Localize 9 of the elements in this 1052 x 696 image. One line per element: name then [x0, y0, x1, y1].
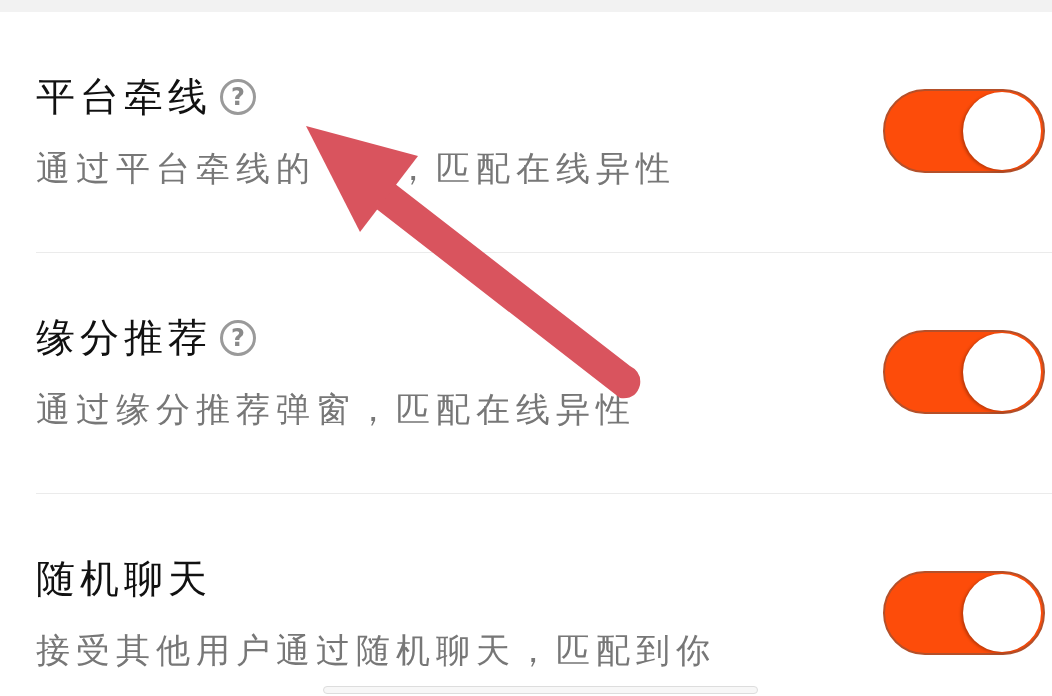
setting-title: 缘分推荐 [36, 315, 212, 361]
help-icon[interactable]: ? [220, 79, 256, 115]
setting-description: ，匹配在线异性 [396, 148, 676, 188]
setting-description: 通过缘分推荐弹窗，匹配在线异性 [36, 389, 636, 429]
setting-description: 通过平台牵线的 [36, 148, 316, 188]
help-icon[interactable]: ? [220, 320, 256, 356]
setting-title: 随机聊天 [36, 556, 212, 602]
setting-title: 平台牵线 [36, 74, 212, 120]
setting-description: 接受其他用户通过随机聊天，匹配到你 [36, 630, 716, 670]
